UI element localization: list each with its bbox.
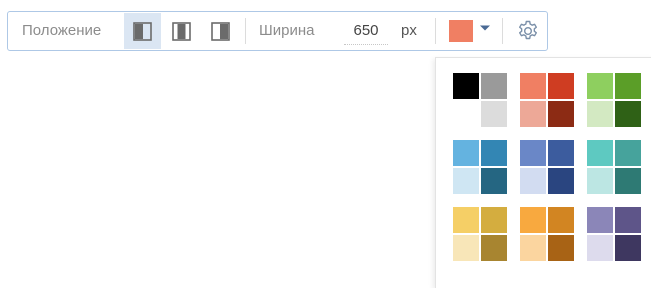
color-group-red xyxy=(520,73,574,127)
settings-button[interactable] xyxy=(509,13,547,49)
color-swatch[interactable] xyxy=(587,168,613,194)
toolbar-divider xyxy=(502,18,503,44)
color-swatch[interactable] xyxy=(615,168,641,194)
align-right-icon xyxy=(211,22,230,41)
color-swatch[interactable] xyxy=(587,207,613,233)
color-group-green xyxy=(587,73,641,127)
color-swatch[interactable] xyxy=(520,168,546,194)
color-swatch[interactable] xyxy=(520,207,546,233)
color-swatch[interactable] xyxy=(615,235,641,261)
width-label: Ширина xyxy=(259,22,315,39)
width-input[interactable]: 650 xyxy=(344,18,388,45)
color-group-yellow xyxy=(453,207,507,261)
color-swatch[interactable] xyxy=(453,140,479,166)
color-swatch[interactable] xyxy=(520,140,546,166)
color-swatch[interactable] xyxy=(548,168,574,194)
color-swatch[interactable] xyxy=(587,235,613,261)
width-unit-label: px xyxy=(401,22,417,39)
color-swatch[interactable] xyxy=(615,101,641,127)
chevron-down-icon xyxy=(480,25,490,31)
color-swatch[interactable] xyxy=(587,101,613,127)
align-left-icon xyxy=(133,22,152,41)
selected-color-swatch xyxy=(449,20,473,42)
color-swatch[interactable] xyxy=(548,73,574,99)
color-swatch[interactable] xyxy=(615,207,641,233)
color-swatch[interactable] xyxy=(481,235,507,261)
color-group-indigo xyxy=(520,140,574,194)
color-swatch[interactable] xyxy=(453,207,479,233)
color-swatch[interactable] xyxy=(587,73,613,99)
color-group-blue xyxy=(453,140,507,194)
image-toolbar: Положение Ширина 650 px xyxy=(7,11,548,51)
color-palette-grid xyxy=(453,73,651,283)
color-swatch[interactable] xyxy=(453,101,479,127)
color-swatch[interactable] xyxy=(615,140,641,166)
position-label: Положение xyxy=(22,22,102,39)
align-right-button[interactable] xyxy=(202,13,239,49)
color-swatch[interactable] xyxy=(453,235,479,261)
align-center-button[interactable] xyxy=(163,13,200,49)
color-picker-button[interactable] xyxy=(444,16,496,46)
color-swatch[interactable] xyxy=(481,207,507,233)
color-swatch[interactable] xyxy=(548,101,574,127)
color-group-gray xyxy=(453,73,507,127)
color-swatch[interactable] xyxy=(548,207,574,233)
color-group-teal xyxy=(587,140,641,194)
color-swatch[interactable] xyxy=(548,235,574,261)
color-swatch[interactable] xyxy=(481,140,507,166)
color-swatch[interactable] xyxy=(520,101,546,127)
color-swatch[interactable] xyxy=(481,73,507,99)
color-swatch[interactable] xyxy=(453,73,479,99)
color-group-orange xyxy=(520,207,574,261)
align-left-button[interactable] xyxy=(124,13,161,49)
color-swatch[interactable] xyxy=(520,73,546,99)
color-group-purple xyxy=(587,207,641,261)
color-swatch[interactable] xyxy=(453,168,479,194)
color-swatch[interactable] xyxy=(548,140,574,166)
align-center-icon xyxy=(172,22,191,41)
toolbar-divider xyxy=(435,18,436,44)
toolbar-divider xyxy=(245,18,246,44)
color-swatch[interactable] xyxy=(615,73,641,99)
color-swatch[interactable] xyxy=(481,101,507,127)
gear-icon xyxy=(519,20,537,40)
color-swatch[interactable] xyxy=(481,168,507,194)
color-swatch[interactable] xyxy=(587,140,613,166)
color-swatch[interactable] xyxy=(520,235,546,261)
color-palette-dropdown xyxy=(435,57,651,288)
